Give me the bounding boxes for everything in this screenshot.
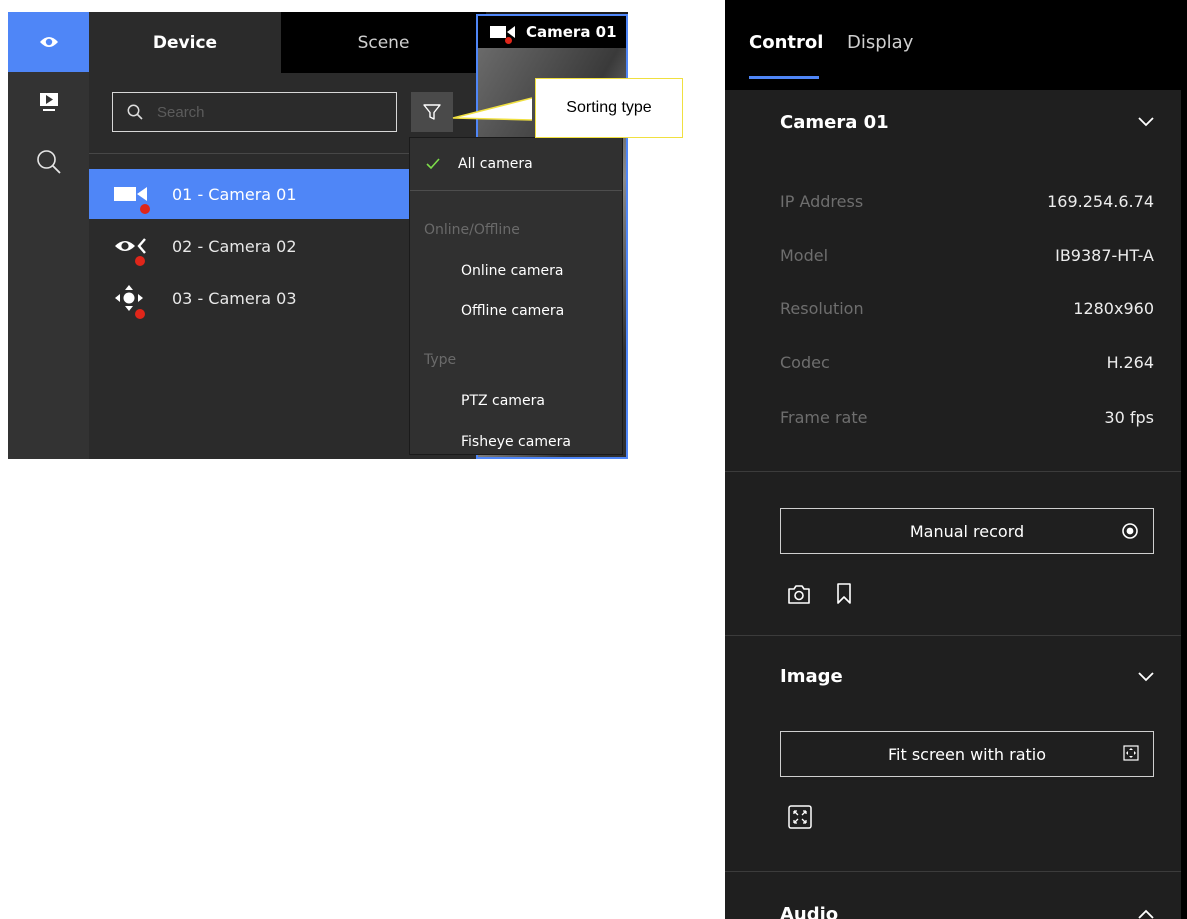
snapshot-camera-icon[interactable] bbox=[787, 583, 811, 605]
sort-filter-button[interactable] bbox=[411, 92, 453, 132]
control-tabs: Control Display bbox=[725, 0, 1181, 90]
playback-nav-button[interactable] bbox=[8, 72, 89, 132]
tab-scene-label: Scene bbox=[357, 32, 410, 53]
menu-item-all-camera[interactable]: All camera bbox=[410, 138, 622, 190]
search-input[interactable]: Search bbox=[112, 92, 397, 132]
info-value: 30 fps bbox=[1104, 408, 1154, 427]
preview-header: Camera 01 bbox=[478, 16, 626, 48]
info-row-resolution: Resolution 1280x960 bbox=[780, 299, 1154, 318]
control-panel: Control Display Camera 01 IP Address 169… bbox=[725, 0, 1187, 919]
camera-row[interactable]: 03 - Camera 03 bbox=[89, 273, 419, 323]
menu-group-online-offline: Online/Offline bbox=[424, 222, 520, 238]
camera-icon bbox=[490, 25, 516, 44]
image-section-title: Image bbox=[780, 666, 843, 687]
info-row-ip-address: IP Address 169.254.6.74 bbox=[780, 192, 1154, 211]
chevron-down-icon[interactable] bbox=[1137, 115, 1155, 127]
info-label: IP Address bbox=[780, 192, 864, 211]
info-label: Resolution bbox=[780, 299, 864, 318]
icon-rail bbox=[8, 12, 89, 459]
search-icon bbox=[127, 104, 143, 120]
section-divider bbox=[725, 635, 1181, 636]
info-value: H.264 bbox=[1106, 353, 1154, 372]
callout-text: Sorting type bbox=[566, 99, 652, 116]
section-divider bbox=[725, 871, 1181, 872]
info-row-frame-rate: Frame rate 30 fps bbox=[780, 408, 1154, 427]
camera-label: 01 - Camera 01 bbox=[172, 184, 297, 204]
record-icon bbox=[1122, 523, 1138, 539]
status-dot bbox=[135, 256, 145, 266]
menu-item-label: All camera bbox=[458, 156, 533, 172]
tab-scene[interactable]: Scene bbox=[281, 12, 486, 73]
info-label: Codec bbox=[780, 353, 830, 372]
control-panel-body: Control Display Camera 01 IP Address 169… bbox=[725, 0, 1181, 919]
camera-icon bbox=[114, 182, 150, 214]
filter-icon bbox=[423, 104, 441, 120]
sorting-type-callout: Sorting type bbox=[535, 78, 683, 138]
manual-record-button[interactable]: Manual record bbox=[780, 508, 1154, 554]
fullscreen-icon[interactable] bbox=[788, 805, 812, 829]
tab-device-label: Device bbox=[152, 32, 218, 53]
menu-item-ptz-camera[interactable]: PTZ camera bbox=[410, 393, 622, 409]
menu-item-online-camera[interactable]: Online camera bbox=[410, 263, 622, 279]
search-icon bbox=[36, 150, 61, 174]
search-nav-button[interactable] bbox=[8, 132, 89, 192]
info-value: 1280x960 bbox=[1073, 299, 1154, 318]
menu-divider bbox=[410, 190, 622, 191]
info-label: Frame rate bbox=[780, 408, 868, 427]
info-value: IB9387-HT-A bbox=[1055, 246, 1154, 265]
status-dot bbox=[505, 37, 512, 44]
info-label: Model bbox=[780, 246, 829, 265]
menu-item-offline-camera[interactable]: Offline camera bbox=[410, 303, 622, 319]
tab-device[interactable]: Device bbox=[89, 12, 281, 73]
status-dot bbox=[140, 204, 150, 214]
info-value: 169.254.6.74 bbox=[1047, 192, 1154, 211]
sort-menu: All camera Online/Offline Online camera … bbox=[409, 137, 623, 455]
ptz-camera-icon bbox=[114, 285, 148, 319]
chevron-down-icon[interactable] bbox=[1137, 670, 1155, 682]
menu-item-fisheye-camera[interactable]: Fisheye camera bbox=[410, 434, 622, 450]
tab-display[interactable]: Display bbox=[847, 32, 913, 53]
tab-control[interactable]: Control bbox=[749, 32, 823, 53]
audio-section-title: Audio bbox=[780, 904, 839, 919]
search-placeholder: Search bbox=[157, 103, 205, 121]
bookmark-icon[interactable] bbox=[836, 583, 852, 605]
manual-record-label: Manual record bbox=[909, 521, 1025, 541]
fit-screen-icon bbox=[1123, 745, 1139, 761]
status-dot bbox=[135, 309, 145, 319]
camera-label: 03 - Camera 03 bbox=[172, 288, 297, 308]
playback-icon bbox=[39, 93, 58, 111]
menu-group-type: Type bbox=[424, 352, 457, 368]
fit-screen-label: Fit screen with ratio bbox=[887, 744, 1047, 764]
eye-icon bbox=[39, 37, 58, 47]
fit-screen-button[interactable]: Fit screen with ratio bbox=[780, 731, 1154, 777]
preview-title: Camera 01 bbox=[526, 23, 617, 41]
camera-section-title: Camera 01 bbox=[780, 112, 889, 133]
camera-row[interactable]: 02 - Camera 02 bbox=[89, 221, 419, 271]
camera-label: 02 - Camera 02 bbox=[172, 236, 297, 256]
chevron-up-icon[interactable] bbox=[1137, 908, 1155, 919]
liveview-nav-button[interactable] bbox=[8, 12, 89, 72]
fisheye-camera-icon bbox=[114, 234, 148, 266]
active-tab-indicator bbox=[749, 76, 819, 79]
info-row-codec: Codec H.264 bbox=[780, 353, 1154, 372]
section-divider bbox=[725, 471, 1181, 472]
callout-pointer bbox=[452, 97, 532, 121]
info-row-model: Model IB9387-HT-A bbox=[780, 246, 1154, 265]
check-icon bbox=[426, 158, 440, 170]
camera-row[interactable]: 01 - Camera 01 bbox=[89, 169, 419, 219]
